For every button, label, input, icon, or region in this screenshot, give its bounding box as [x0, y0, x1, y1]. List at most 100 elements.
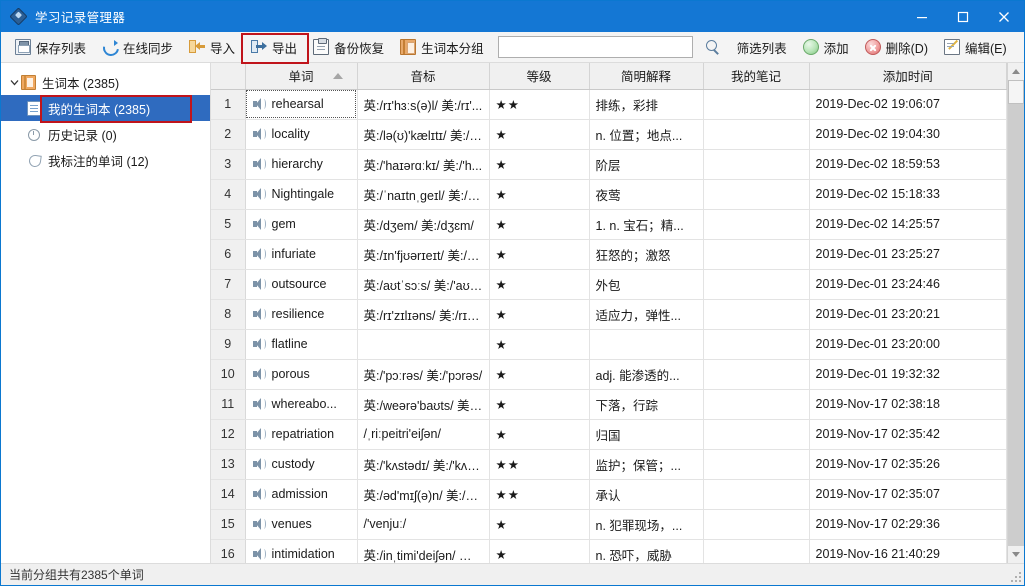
column-header-note[interactable]: 我的笔记	[703, 63, 809, 89]
cell-phonetic[interactable]: /'venjuː/	[357, 509, 489, 539]
cell-brief[interactable]: n. 犯罪现场，...	[589, 509, 703, 539]
cell-time[interactable]: 2019-Dec-01 23:25:27	[809, 239, 1007, 269]
table-row[interactable]: 4Nightingale英:/ˈnaɪtnˌgeɪl/ 美:/ˈn...★夜莺2…	[211, 179, 1007, 209]
speaker-icon[interactable]	[252, 307, 266, 321]
cell-brief[interactable]: 狂怒的；激怒	[589, 239, 703, 269]
speaker-icon[interactable]	[252, 97, 266, 111]
save-list-button[interactable]: 保存列表	[7, 35, 94, 60]
cell-time[interactable]: 2019-Dec-02 19:04:30	[809, 119, 1007, 149]
cell-level[interactable]: ★★	[489, 89, 589, 119]
cell-phonetic[interactable]: 英:/əd'mɪʃ(ə)n/ 美:/ə...	[357, 479, 489, 509]
speaker-icon[interactable]	[252, 217, 266, 231]
table-row[interactable]: 1rehearsal英:/rɪ'hɜːs(ə)l/ 美:/rɪ'...★★排练，…	[211, 89, 1007, 119]
cell-level[interactable]: ★	[489, 209, 589, 239]
cell-level[interactable]: ★	[489, 239, 589, 269]
cell-phonetic[interactable]	[357, 329, 489, 359]
cell-brief[interactable]: 下落，行踪	[589, 389, 703, 419]
table-row[interactable]: 15venues/'venjuː/★n. 犯罪现场，...2019-Nov-17…	[211, 509, 1007, 539]
scroll-up-button[interactable]	[1008, 63, 1024, 80]
cell-time[interactable]: 2019-Nov-17 02:38:18	[809, 389, 1007, 419]
cell-note[interactable]	[703, 479, 809, 509]
cell-phonetic[interactable]: 英:/lə(ʊ)'kælɪtɪ/ 美:/l...	[357, 119, 489, 149]
cell-phonetic[interactable]: 英:/rɪ'zɪlɪəns/ 美:/rɪˈz...	[357, 299, 489, 329]
cell-note[interactable]	[703, 329, 809, 359]
table-row[interactable]: 5gem英:/dʒem/ 美:/dʒɛm/★1. n. 宝石；精...2019-…	[211, 209, 1007, 239]
sidebar-item-history[interactable]: 历史记录 (0)	[1, 121, 210, 147]
speaker-icon[interactable]	[252, 487, 266, 501]
cell-time[interactable]: 2019-Nov-17 02:35:42	[809, 419, 1007, 449]
cell-level[interactable]: ★	[489, 119, 589, 149]
cell-time[interactable]: 2019-Dec-01 23:20:00	[809, 329, 1007, 359]
cell-level[interactable]: ★	[489, 539, 589, 563]
cell-phonetic[interactable]: 英:/ɪn'fjʊərɪeɪt/ 美:/ɪn...	[357, 239, 489, 269]
search-button[interactable]	[697, 35, 729, 60]
cell-brief[interactable]: 阶层	[589, 149, 703, 179]
cell-level[interactable]: ★	[489, 149, 589, 179]
table-row[interactable]: 16intimidation英:/inˌtimi'deiʃən/ 美:...★n…	[211, 539, 1007, 563]
cell-level[interactable]: ★	[489, 179, 589, 209]
search-input[interactable]	[498, 36, 693, 58]
cell-phonetic[interactable]: 英:/'kʌstədɪ/ 美:/'kʌs...	[357, 449, 489, 479]
speaker-icon[interactable]	[252, 277, 266, 291]
cell-phonetic[interactable]: 英:/ˈnaɪtnˌgeɪl/ 美:/ˈn...	[357, 179, 489, 209]
cell-brief[interactable]: 1. n. 宝石；精...	[589, 209, 703, 239]
cell-note[interactable]	[703, 419, 809, 449]
cell-brief[interactable]: 承认	[589, 479, 703, 509]
table-row[interactable]: 8resilience英:/rɪ'zɪlɪəns/ 美:/rɪˈz...★适应力…	[211, 299, 1007, 329]
notebook-group-button[interactable]: 生词本分组	[392, 35, 492, 60]
cell-brief[interactable]	[589, 329, 703, 359]
cell-time[interactable]: 2019-Dec-02 19:06:07	[809, 89, 1007, 119]
cell-brief[interactable]: n. 位置；地点...	[589, 119, 703, 149]
cell-note[interactable]	[703, 359, 809, 389]
table-row[interactable]: 14admission英:/əd'mɪʃ(ə)n/ 美:/ə...★★承认201…	[211, 479, 1007, 509]
speaker-icon[interactable]	[252, 397, 266, 411]
table-row[interactable]: 6infuriate英:/ɪn'fjʊərɪeɪt/ 美:/ɪn...★狂怒的；…	[211, 239, 1007, 269]
table-row[interactable]: 2locality英:/lə(ʊ)'kælɪtɪ/ 美:/l...★n. 位置；…	[211, 119, 1007, 149]
column-header-word[interactable]: 单词	[245, 63, 357, 89]
cell-level[interactable]: ★	[489, 509, 589, 539]
cell-word[interactable]: repatriation	[245, 419, 357, 449]
cell-level[interactable]: ★	[489, 389, 589, 419]
cell-word[interactable]: admission	[245, 479, 357, 509]
cell-word[interactable]: Nightingale	[245, 179, 357, 209]
column-header-phonetic[interactable]: 音标	[357, 63, 489, 89]
column-header-level[interactable]: 等级	[489, 63, 589, 89]
sidebar-item-my-notebook[interactable]: 我的生词本 (2385)	[1, 95, 210, 121]
speaker-icon[interactable]	[252, 337, 266, 351]
cell-brief[interactable]: 监护；保管；...	[589, 449, 703, 479]
cell-word[interactable]: hierarchy	[245, 149, 357, 179]
cell-word[interactable]: custody	[245, 449, 357, 479]
cell-time[interactable]: 2019-Dec-02 18:59:53	[809, 149, 1007, 179]
cell-brief[interactable]: adj. 能渗透的...	[589, 359, 703, 389]
cell-note[interactable]	[703, 509, 809, 539]
cell-phonetic[interactable]: 英:/inˌtimi'deiʃən/ 美:...	[357, 539, 489, 563]
cell-time[interactable]: 2019-Dec-01 19:32:32	[809, 359, 1007, 389]
cell-word[interactable]: outsource	[245, 269, 357, 299]
cell-phonetic[interactable]: 英:/'haɪərɑːkɪ/ 美:/'h...	[357, 149, 489, 179]
scrollbar-track[interactable]	[1008, 80, 1024, 546]
column-header-brief[interactable]: 简明解释	[589, 63, 703, 89]
cell-time[interactable]: 2019-Nov-16 21:40:29	[809, 539, 1007, 563]
cell-brief[interactable]: 夜莺	[589, 179, 703, 209]
cell-note[interactable]	[703, 209, 809, 239]
speaker-icon[interactable]	[252, 547, 266, 561]
cell-level[interactable]: ★	[489, 419, 589, 449]
cell-time[interactable]: 2019-Dec-01 23:20:21	[809, 299, 1007, 329]
cell-word[interactable]: infuriate	[245, 239, 357, 269]
table-row[interactable]: 12repatriation/ˌriːpeitri'eiʃən/★归国2019-…	[211, 419, 1007, 449]
cell-brief[interactable]: 适应力，弹性...	[589, 299, 703, 329]
table-row[interactable]: 7outsource英:/aʊtˈsɔːs/ 美:/'aʊts...★外包201…	[211, 269, 1007, 299]
cell-brief[interactable]: n. 恐吓，威胁	[589, 539, 703, 563]
speaker-icon[interactable]	[252, 457, 266, 471]
cell-level[interactable]: ★★	[489, 479, 589, 509]
cell-brief[interactable]: 排练，彩排	[589, 89, 703, 119]
sidebar-item-notebook-root[interactable]: 生词本 (2385)	[1, 69, 210, 95]
speaker-icon[interactable]	[252, 247, 266, 261]
cell-phonetic[interactable]: 英:/rɪ'hɜːs(ə)l/ 美:/rɪ'...	[357, 89, 489, 119]
cell-word[interactable]: resilience	[245, 299, 357, 329]
table-row[interactable]: 3hierarchy英:/'haɪərɑːkɪ/ 美:/'h...★阶层2019…	[211, 149, 1007, 179]
resize-grip-icon[interactable]	[1011, 572, 1021, 582]
column-header-index[interactable]	[211, 63, 245, 89]
speaker-icon[interactable]	[252, 517, 266, 531]
delete-button[interactable]: 删除(D)	[857, 35, 936, 60]
